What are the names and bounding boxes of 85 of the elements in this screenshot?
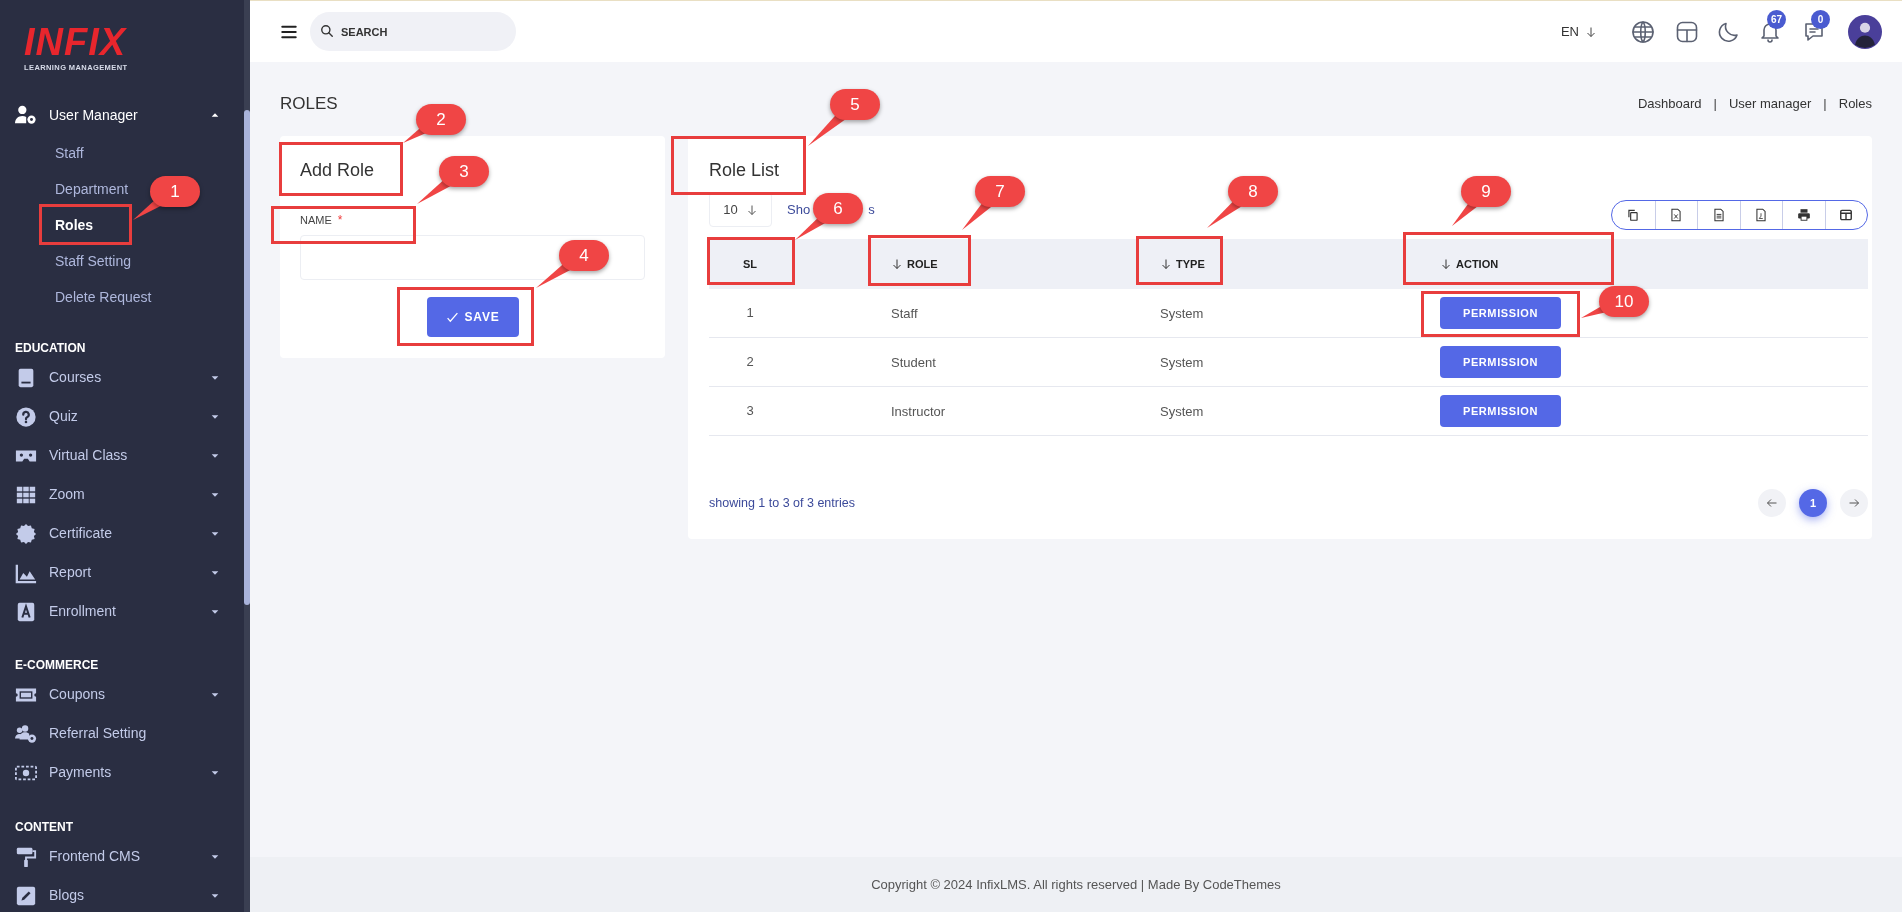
column-header[interactable]: ACTION <box>1440 255 1499 273</box>
users-gear-icon <box>15 722 37 745</box>
section-heading: EDUCATION <box>15 340 86 357</box>
logo-wordmark: INFIX <box>24 24 127 60</box>
permission-button[interactable]: PERMISSION <box>1440 346 1561 378</box>
columns-icon <box>1839 207 1854 222</box>
avatar[interactable] <box>1848 14 1882 49</box>
sidebar-item[interactable]: Blogs <box>0 876 244 912</box>
search-icon <box>320 24 334 38</box>
card-title: Add Role <box>300 159 375 182</box>
table-cell-text: 2 <box>746 353 754 372</box>
name-input[interactable] <box>300 235 645 280</box>
length-hint-text: Sho <box>787 200 811 219</box>
table-cell: System <box>1160 404 1204 419</box>
arrow-down-icon <box>1585 25 1597 38</box>
breadcrumb-current: Roles <box>1838 95 1872 114</box>
column-header: SL <box>742 256 758 272</box>
copy-icon <box>1626 207 1641 222</box>
table-cell-text: 3 <box>746 402 754 421</box>
sort-arrow-icon <box>1160 258 1172 270</box>
section-heading: E-COMMERCE <box>15 657 99 674</box>
layout-icon[interactable] <box>1675 19 1699 44</box>
sidebar-item[interactable]: Virtual Class <box>0 436 244 475</box>
entries-info: showing 1 to 3 of 3 entries <box>709 494 855 512</box>
save-button[interactable]: SAVE <box>426 297 519 337</box>
scrollbar-thumb[interactable] <box>244 110 250 605</box>
sidebar-item[interactable]: Courses <box>0 358 244 397</box>
table-cell: Staff <box>891 306 918 321</box>
card-title: Role List <box>709 159 780 182</box>
sort-arrow-icon <box>1440 258 1452 270</box>
breadcrumb-separator: | <box>1823 95 1827 114</box>
table-cell: Student <box>891 355 936 370</box>
pdf-file-icon <box>1754 207 1769 222</box>
table-cell: Instructor <box>891 404 946 419</box>
sidebar-item[interactable]: Quiz <box>0 397 244 436</box>
submenu-item[interactable]: Staff <box>55 142 84 164</box>
table-cell: System <box>1160 306 1204 321</box>
arrow-right-icon <box>1848 497 1860 509</box>
sidebar-item[interactable]: Coupons <box>0 675 244 714</box>
length-hint-text: s <box>868 200 875 219</box>
edit-icon <box>15 884 37 907</box>
required-mark: * <box>337 212 343 229</box>
sidebar-item[interactable]: User Manager <box>0 95 244 135</box>
breadcrumb-link[interactable]: Dashboard <box>1638 94 1702 114</box>
sort-arrow-icon <box>891 258 903 270</box>
sidebar-item[interactable]: Frontend CMS <box>0 837 244 876</box>
section-heading: CONTENT <box>15 819 73 836</box>
sidebar-item[interactable]: Report <box>0 553 244 592</box>
count-badge: 0 <box>1811 9 1830 29</box>
breadcrumb-link[interactable]: User manager <box>1729 94 1812 114</box>
language-selector[interactable]: EN <box>1560 21 1597 42</box>
permission-button[interactable]: PERMISSION <box>1440 395 1561 427</box>
check-icon <box>445 310 459 324</box>
copyright-text: Copyright © 2024 InfixLMS. All rights reserved | Made By CodeThemes <box>871 875 1281 894</box>
column-header[interactable]: ROLE <box>891 255 938 273</box>
submenu-item[interactable]: Staff Setting <box>55 250 131 272</box>
sidebar-item[interactable]: Payments <box>0 753 244 792</box>
breadcrumb-separator: | <box>1713 95 1717 114</box>
page-title: ROLES <box>280 93 338 116</box>
submenu-item[interactable]: Roles <box>55 214 94 236</box>
column-header[interactable]: TYPE <box>1160 255 1205 273</box>
page-button[interactable]: 1 <box>1799 489 1827 517</box>
sidebar-item[interactable]: Enrollment <box>0 592 244 631</box>
arrow-left-icon <box>1766 497 1778 509</box>
field-label: NAME <box>300 212 332 228</box>
table-cell: System <box>1160 355 1204 370</box>
document-icon <box>1711 207 1726 222</box>
search-field[interactable]: SEARCH <box>310 12 516 51</box>
submenu-item[interactable]: Department <box>55 178 129 200</box>
table-cell-text: 1 <box>746 304 754 323</box>
spreadsheet-file-icon <box>1669 207 1684 222</box>
arrow-down-icon <box>745 203 758 216</box>
permission-button[interactable]: PERMISSION <box>1440 297 1561 329</box>
paint-roller-icon <box>15 845 37 868</box>
print-icon <box>1796 207 1811 222</box>
globe-icon[interactable] <box>1631 19 1655 44</box>
sidebar-item[interactable]: Zoom <box>0 475 244 514</box>
count-badge: 67 <box>1767 9 1786 29</box>
letter-tile-icon <box>15 600 37 623</box>
question-icon <box>15 405 37 428</box>
submenu-item[interactable]: Delete Request <box>55 286 152 308</box>
seal-icon <box>15 522 37 545</box>
sidebar-item[interactable]: Certificate <box>0 514 244 553</box>
user-gear-icon <box>15 104 37 126</box>
sidebar-item[interactable]: Referral Setting <box>0 714 244 753</box>
